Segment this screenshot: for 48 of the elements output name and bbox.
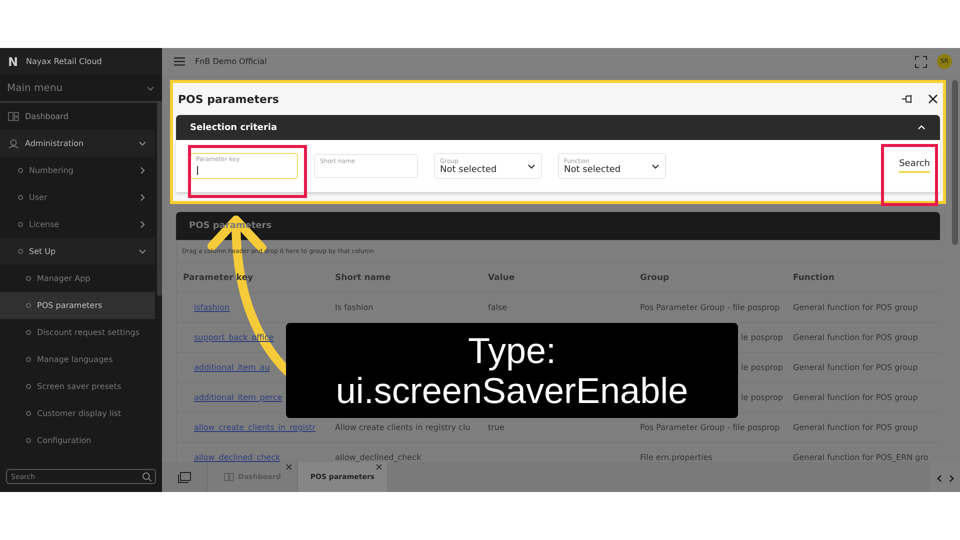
menu-item[interactable]: Screen saver presets — [0, 373, 155, 400]
table-cell-text: General function for POS_ERN gro — [792, 453, 930, 462]
table-cell-text: File ern.properties — [639, 453, 714, 462]
table-cell-text: le posprop — [740, 393, 784, 402]
menu-item[interactable]: Numbering — [0, 157, 155, 184]
table-cell-text: allow_declined_check — [334, 453, 422, 462]
table-cell-text: General function for POS group — [792, 303, 919, 312]
page-title: POS parameters — [178, 92, 280, 106]
table-cell-text: false — [487, 303, 508, 312]
table-cell-text: General function for POS group — [792, 363, 919, 372]
column-header[interactable]: Short name — [329, 272, 482, 282]
parameter-link[interactable]: additional_item_perce — [183, 393, 282, 402]
menu-item[interactable]: License — [0, 211, 155, 238]
column-header[interactable]: Value — [482, 272, 634, 282]
parameter-link[interactable]: additional_item_au — [183, 363, 270, 372]
table-cell-text: Is fashion — [334, 303, 374, 312]
table-cell-text: true — [487, 423, 506, 432]
table-cell-text: General function for POS group — [792, 423, 919, 432]
table-cell-text: General function for POS group — [792, 393, 919, 402]
logo: N — [8, 54, 18, 68]
company-name: FnB Demo Official — [195, 57, 268, 66]
parameter-link[interactable]: allow_create_clients_in_registr — [183, 423, 316, 432]
table-cell-text: le posprop — [740, 333, 784, 342]
criteria-title: Selection criteria — [190, 122, 278, 132]
parameter-link[interactable]: allow_declined_check — [183, 453, 280, 462]
menu-item[interactable]: Manage languages — [0, 346, 155, 373]
table-cell-text: General function for POS group — [792, 333, 919, 342]
menu-item[interactable]: Discount request settings — [0, 319, 155, 346]
parameter-link[interactable]: isfashion — [183, 303, 230, 312]
instruction-text: Type: — [468, 330, 556, 370]
column-header[interactable]: Function — [787, 272, 937, 282]
menu-item[interactable]: Set Up — [0, 238, 155, 265]
search-button[interactable]: Search — [899, 159, 930, 173]
table-cell-text: Allow create clients in registry clu — [334, 423, 472, 432]
menu-item[interactable]: Configuration — [0, 427, 155, 454]
menu-item[interactable]: Customer display list — [0, 400, 155, 427]
menu-item[interactable]: Dashboard — [0, 103, 155, 130]
menu-item[interactable]: POS parameters — [0, 292, 155, 319]
brand-name: Nayax Retail Cloud — [26, 57, 102, 66]
menu-item[interactable]: User — [0, 184, 155, 211]
instruction-text: ui.screenSaverEnable — [336, 370, 688, 410]
menu-item[interactable]: Manager App — [0, 265, 155, 292]
criteria-header[interactable]: Selection criteria — [176, 115, 940, 140]
table-cell-text: Pos Parameter Group - file posprop — [639, 423, 781, 432]
column-header[interactable]: Group — [634, 272, 787, 282]
menu-item[interactable]: Administration — [0, 130, 155, 157]
table-cell-text: le posprop — [740, 363, 784, 372]
table-cell-text: Pos Parameter Group - file posprop — [639, 303, 781, 312]
